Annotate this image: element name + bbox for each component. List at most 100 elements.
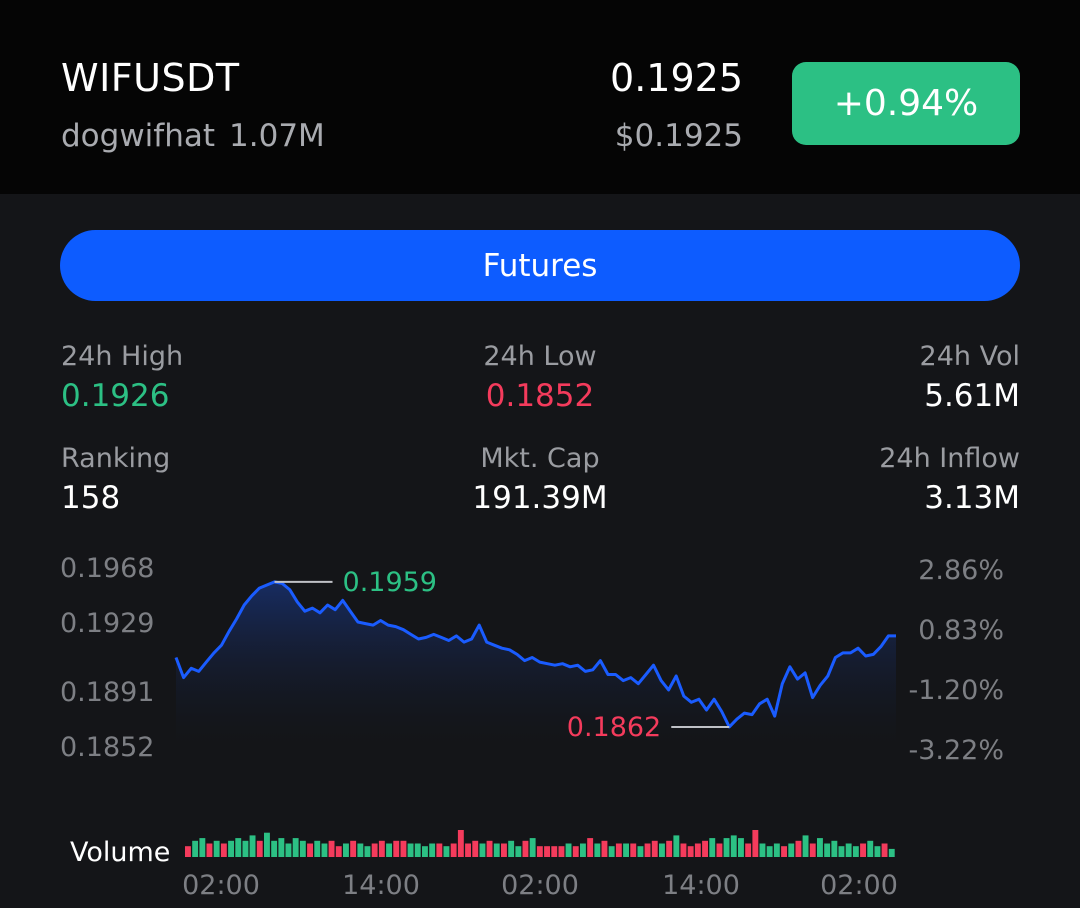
volume-bar: [694, 843, 701, 857]
change-badge[interactable]: +0.94%: [792, 62, 1020, 145]
volume-bar: [457, 830, 464, 857]
volume-bar: [479, 843, 486, 857]
volume-bar: [687, 846, 694, 857]
stat-24h-vol: 24h Vol 5.61M: [920, 341, 1020, 414]
volume-bar: [745, 843, 752, 857]
ticker-header: WIFUSDT dogwifhat 1.07M 0.1925 $0.1925 +0…: [0, 0, 1080, 194]
volume-bar: [795, 840, 802, 857]
volume-bar: [723, 838, 730, 857]
stat-ranking: Ranking 158: [61, 443, 170, 516]
y-tick-label: 0.83%: [918, 615, 1004, 646]
volume-bar: [378, 840, 385, 857]
stat-label: 24h Vol: [919, 341, 1020, 372]
volume-bar: [788, 843, 795, 857]
volume-bar: [285, 843, 292, 857]
volume-bar: [386, 843, 392, 857]
coin-name: dogwifhat: [61, 118, 216, 154]
volume-bar: [515, 846, 522, 857]
volume-bar: [328, 840, 335, 857]
stat-label: Mkt. Cap: [480, 443, 600, 474]
volume-bar: [249, 835, 256, 857]
volume-bar: [824, 843, 831, 857]
volume-bar: [529, 838, 536, 857]
y-tick-label: 0.1968: [60, 553, 154, 584]
volume-bar: [766, 846, 773, 857]
volume-bar: [185, 846, 191, 857]
volume-bar: [809, 843, 816, 857]
volume-bar: [536, 846, 543, 857]
x-axis: 02:00 14:00 02:00 14:00 02:00: [182, 870, 898, 901]
volume-bar: [572, 846, 579, 857]
x-tick-label: 02:00: [501, 870, 579, 901]
y-tick-label: -3.22%: [908, 735, 1004, 766]
volume-bar: [730, 835, 737, 857]
volume-bar: [608, 846, 615, 857]
volume-bar: [278, 838, 285, 857]
stat-value: 0.1926: [61, 378, 170, 414]
y-tick-label: 0.1891: [60, 677, 154, 708]
price-chart[interactable]: 0.1968 0.1929 0.1891 0.1852 2.86% 0.83% -1.20…: [0, 540, 1080, 908]
volume-bar: [594, 843, 601, 857]
volume-bar: [501, 843, 507, 857]
volume-bar: [852, 846, 859, 857]
volume-bar: [264, 832, 270, 857]
volume-bar: [623, 843, 629, 857]
volume-bar: [235, 838, 242, 857]
volume-bar: [299, 840, 306, 857]
volume-bar: [845, 843, 852, 857]
volume-bar: [314, 840, 321, 857]
volume-bar: [364, 846, 371, 857]
y-tick-label: 2.86%: [918, 555, 1004, 586]
volume-bar: [436, 843, 443, 857]
volume-bar: [400, 840, 407, 857]
volume-bar: [881, 843, 888, 857]
volume-bar: [414, 843, 421, 857]
volume-bar: [781, 846, 787, 857]
volume-bar: [831, 840, 838, 857]
stat-value: 158: [61, 480, 121, 516]
volume-bar: [659, 843, 665, 857]
volume-bar: [601, 840, 608, 857]
volume-bar: [422, 846, 428, 857]
futures-button[interactable]: Futures: [60, 230, 1020, 301]
volume-bar: [206, 843, 213, 857]
volume-bar: [838, 846, 845, 857]
volume-bar: [874, 846, 881, 857]
stat-label: 24h Inflow: [879, 443, 1020, 474]
volume-bar: [343, 843, 349, 857]
volume-bar: [443, 846, 450, 857]
volume-bar: [220, 843, 227, 857]
volume-bar: [565, 843, 572, 857]
y-tick-label: 0.1929: [60, 608, 154, 639]
volume-bar: [630, 843, 637, 857]
ticker-subline: dogwifhat 1.07M: [61, 118, 325, 154]
volume-bar: [465, 843, 471, 857]
volume-bar: [371, 843, 378, 857]
volume-bar: [580, 843, 586, 857]
y-axis-right: 2.86% 0.83% -1.20% -3.22%: [908, 555, 1004, 766]
volume-bar: [558, 846, 565, 857]
volume-bar: [802, 835, 809, 857]
volume-bar: [407, 843, 414, 857]
volume-bar: [860, 843, 866, 857]
volume-bar: [350, 840, 357, 857]
min-price-label: 0.1862: [567, 712, 661, 743]
x-tick-label: 14:00: [662, 870, 740, 901]
volume-bar: [637, 846, 644, 857]
volume-bar: [307, 843, 313, 857]
stat-value: 5.61M: [924, 378, 1020, 414]
stat-value: 3.13M: [924, 480, 1020, 516]
stat-value: 0.1852: [485, 378, 595, 414]
volume-bar: [817, 838, 823, 857]
volume-bar: [335, 846, 342, 857]
volume-bar: [213, 840, 220, 857]
volume-bar: [256, 840, 263, 857]
volume-bars: [185, 830, 895, 857]
y-axis-left: 0.1968 0.1929 0.1891 0.1852: [60, 553, 154, 763]
ticker-symbol: WIFUSDT: [61, 56, 240, 100]
volume-bar: [644, 843, 651, 857]
volume-bar: [393, 840, 400, 857]
x-tick-label: 02:00: [820, 870, 898, 901]
volume-bar: [522, 840, 529, 857]
stat-24h-low: 24h Low 0.1852: [483, 341, 596, 414]
